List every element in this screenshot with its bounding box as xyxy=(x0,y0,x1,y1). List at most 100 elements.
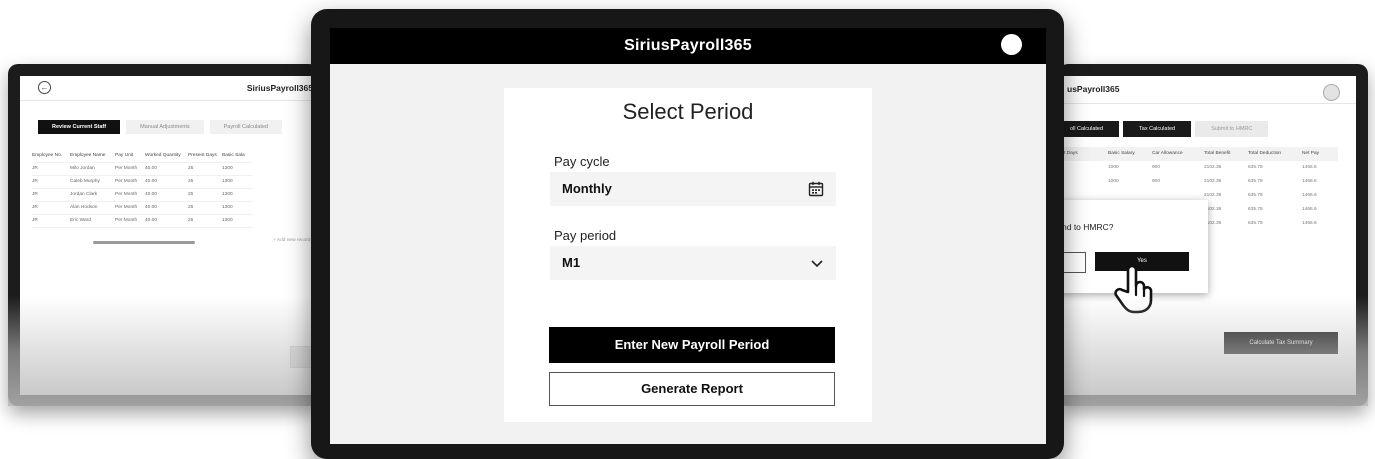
table-cell: Per Month xyxy=(115,192,138,197)
right-screen: usPayroll365 oll Calculated Tax Calculat… xyxy=(1058,76,1356,395)
calendar-icon[interactable] xyxy=(808,181,824,197)
select-period-card: Select Period Pay cycle Monthly Pay peri… xyxy=(504,88,872,422)
table-cell: 25 xyxy=(188,192,194,197)
table-cell: 635.78 xyxy=(1248,193,1263,198)
table-cell: Per Month xyxy=(115,166,138,171)
table-cell: 900 xyxy=(1152,165,1161,170)
step-review-current-staff[interactable]: Review Current Staff xyxy=(38,120,121,134)
column-header: Basic Sala xyxy=(222,153,245,158)
add-new-record-link[interactable]: + Add new record xyxy=(273,238,310,243)
table-cell: 1466.6 xyxy=(1302,207,1317,212)
center-tablet: SiriusPayroll365 Select Period Pay cycle… xyxy=(311,9,1064,459)
table-cell: Per Month xyxy=(115,179,138,184)
table-cell: 1000 xyxy=(1108,179,1119,184)
table-cell: 1300 xyxy=(222,205,233,210)
dialog-question: nd to HMRC? xyxy=(1062,222,1114,232)
column-header: Net Pay xyxy=(1302,151,1320,156)
right-top-bar: usPayroll365 xyxy=(1058,76,1356,104)
left-employee-table: Employee No. Employee Name Pay Unit Worked … xyxy=(32,150,252,228)
table-cell: 40.00 xyxy=(145,205,158,210)
table-cell: JR xyxy=(32,205,38,210)
enter-new-payroll-period-button[interactable]: Enter New Payroll Period xyxy=(549,327,835,363)
table-header-row: t Days Basic Salary Car Allowance Total Ben… xyxy=(1064,147,1338,161)
table-cell: 1300 xyxy=(222,218,233,223)
table-cell: 40.00 xyxy=(145,218,158,223)
step-payroll-calculated[interactable]: Payroll Calculated xyxy=(209,120,282,134)
table-cell: JR xyxy=(32,218,38,223)
chevron-down-icon xyxy=(811,260,823,268)
pay-cycle-field[interactable]: Monthly xyxy=(550,172,836,206)
table-cell: 635.78 xyxy=(1248,179,1263,184)
user-avatar[interactable] xyxy=(1323,84,1340,101)
table-row[interactable]: JR Jordan Clark Per Month 40.00 25 1300 xyxy=(32,189,252,202)
table-row[interactable]: JR Alan Hodson Per Month 40.00 25 1300 xyxy=(32,202,252,215)
center-top-bar: SiriusPayroll365 xyxy=(330,28,1046,64)
horizontal-scrollbar[interactable] xyxy=(93,241,195,244)
step-manual-adjustments[interactable]: Manual Adjustments xyxy=(126,120,204,134)
table-cell: Caleb Murphy xyxy=(70,179,100,184)
table-cell: Per Month xyxy=(115,205,138,210)
step-payroll-calculated[interactable]: oll Calculated xyxy=(1058,121,1120,137)
right-app-title: usPayroll365 xyxy=(1067,84,1120,94)
pay-period-label: Pay period xyxy=(554,228,617,243)
table-cell: Eric Ward xyxy=(70,218,91,223)
table-cell: 1466.6 xyxy=(1302,179,1317,184)
table-cell xyxy=(1064,175,1108,189)
table-cell: 25 xyxy=(188,218,194,223)
left-top-bar: ← SiriusPayroll365 xyxy=(20,76,319,101)
table-cell: 1300 xyxy=(222,192,233,197)
step-submit-to-hmrc[interactable]: Submit to HMRC xyxy=(1195,121,1269,137)
table-cell: Jordan Clark xyxy=(70,192,98,197)
table-cell: 40.00 xyxy=(145,166,158,171)
table-cell: 2102.36 xyxy=(1204,193,1222,198)
submit-confirm-dialog: nd to HMRC? Yes xyxy=(1058,200,1208,314)
left-stepper: Review Current Staff Manual Adjustments … xyxy=(38,120,288,134)
table-row[interactable]: JR Eric Ward Per Month 40.00 25 1300 xyxy=(32,215,252,228)
column-header: t Days xyxy=(1064,151,1078,156)
table-cell: 1466.6 xyxy=(1302,165,1317,170)
table-cell: 40.00 xyxy=(145,179,158,184)
column-header: Present Days xyxy=(188,153,217,158)
table-header-row: Employee No. Employee Name Pay Unit Worked … xyxy=(32,150,252,163)
table-cell: 1300 xyxy=(222,166,233,171)
table-cell: 25 xyxy=(188,179,194,184)
pay-cycle-value: Monthly xyxy=(562,181,612,196)
table-cell: 635.78 xyxy=(1248,221,1263,226)
right-tablet: usPayroll365 oll Calculated Tax Calculat… xyxy=(1058,64,1368,406)
table-row[interactable]: JR Milo Jordan Per Month 40.00 25 1300 xyxy=(32,163,252,176)
center-app-title: SiriusPayroll365 xyxy=(624,37,752,54)
table-row[interactable]: 1000 900 2102.36 635.78 1466.6 xyxy=(1064,175,1338,189)
center-screen: SiriusPayroll365 Select Period Pay cycle… xyxy=(330,28,1046,444)
table-row[interactable]: JR Caleb Murphy Per Month 40.00 25 1300 xyxy=(32,176,252,189)
user-avatar[interactable] xyxy=(1001,34,1022,55)
table-cell: 40.00 xyxy=(145,192,158,197)
table-cell: 635.78 xyxy=(1248,207,1263,212)
generate-report-button[interactable]: Generate Report xyxy=(549,372,835,406)
back-arrow-icon[interactable]: ← xyxy=(38,81,51,94)
column-header: Employee No. xyxy=(32,153,63,158)
table-cell: 2102.36 xyxy=(1204,207,1222,212)
step-tax-calculated[interactable]: Tax Calculated xyxy=(1123,121,1192,137)
pay-cycle-label: Pay cycle xyxy=(554,154,610,169)
right-stepper: oll Calculated Tax Calculated Submit to … xyxy=(1058,121,1272,137)
table-cell: 2102.36 xyxy=(1204,179,1222,184)
table-cell: JR xyxy=(32,192,38,197)
table-cell: JR xyxy=(32,166,38,171)
calculate-tax-summary-button[interactable]: Calculate Tax Summary xyxy=(1224,332,1338,354)
table-row[interactable]: 1000 900 2102.36 635.78 1466.6 xyxy=(1064,161,1338,175)
pay-period-select[interactable]: M1 xyxy=(550,246,836,280)
table-cell: 25 xyxy=(188,205,194,210)
hand-pointer-icon xyxy=(1114,264,1153,314)
column-header: Total Deduction xyxy=(1248,151,1282,156)
page-title: Select Period xyxy=(622,99,754,124)
table-cell xyxy=(1064,161,1108,175)
table-cell: 900 xyxy=(1152,179,1161,184)
table-cell: 1000 xyxy=(1108,165,1119,170)
pay-period-value: M1 xyxy=(562,255,581,270)
left-screen: ← SiriusPayroll365 Review Current Staff … xyxy=(20,76,319,395)
table-cell: 1300 xyxy=(222,179,233,184)
table-cell: Per Month xyxy=(115,218,138,223)
table-cell: 1466.6 xyxy=(1302,193,1317,198)
column-header: Car Allowance xyxy=(1152,151,1183,156)
table-cell: 1466.6 xyxy=(1302,221,1317,226)
